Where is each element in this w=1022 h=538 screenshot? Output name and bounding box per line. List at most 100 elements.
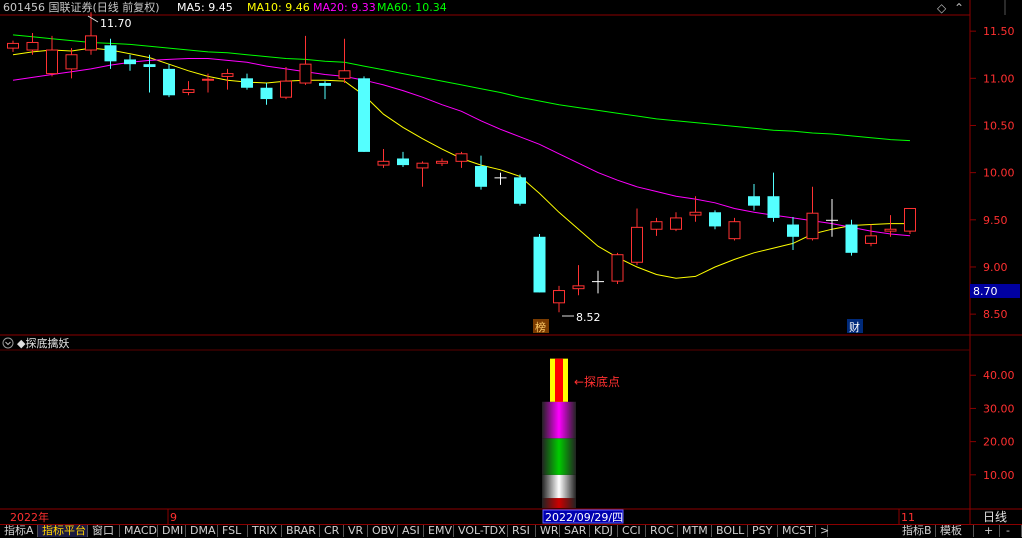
right-tab-2[interactable]: + (980, 525, 1000, 537)
indicator-tick-label: 10.00 (983, 469, 1015, 482)
badge-cai-text: 财 (849, 320, 860, 334)
candle-body-down (494, 177, 507, 179)
candle-body-down (104, 45, 117, 62)
candle-body-up (280, 80, 292, 98)
tab-roc[interactable]: ROC (646, 525, 678, 537)
candle-body-down (787, 224, 799, 237)
month-9-label: 9 (170, 511, 177, 524)
chart-background (0, 0, 1022, 537)
candle-body-up (46, 49, 58, 75)
period-label[interactable]: 日线 (983, 510, 1007, 524)
tab-vr[interactable]: VR (344, 525, 368, 537)
tab-obv[interactable]: OBV (368, 525, 398, 537)
indicator-segment (542, 401, 576, 439)
candle-body-up (572, 285, 585, 290)
month-11-label: 11 (901, 511, 915, 524)
tab-psy[interactable]: PSY (748, 525, 778, 537)
candle-body-up (611, 254, 624, 282)
tab-kdj[interactable]: KDJ (590, 525, 618, 537)
candle-body-down (143, 64, 156, 67)
ma60-label: MA60: 10.34 (377, 1, 447, 14)
right-tab-0[interactable]: 指标B (898, 525, 936, 537)
tab--[interactable]: 指标平台 (38, 525, 88, 537)
tab-fsl[interactable]: FSL (218, 525, 248, 537)
right-tab-1[interactable]: 模板 (936, 525, 974, 537)
indicator-tab-bar: 指标A 指标平台 窗口 MACD DMI DMA FSL TRIX BRAR CR VR OBV ASI… (0, 524, 1022, 538)
tab-wr[interactable]: WR (536, 525, 560, 537)
kline-chart[interactable]: 11.50 11.00 10.50 10.00 9.50 9.00 8.50 40.00 30… (0, 0, 1022, 537)
indicator-tick-label: 20.00 (983, 436, 1015, 449)
candle-body-up (455, 153, 468, 162)
tab-rsi[interactable]: RSI (508, 525, 536, 537)
candle-body-up (865, 235, 877, 244)
candle-body-up (221, 73, 234, 77)
candle-body-up (728, 221, 741, 240)
high-price-label: 11.70 (100, 17, 132, 30)
candle-body-up (377, 160, 390, 166)
tab-mcst[interactable]: MCST (778, 525, 816, 537)
candle-body-up (85, 35, 97, 51)
candle-body-up (338, 70, 351, 79)
candle-body-down (397, 158, 409, 166)
tab-trix[interactable]: TRIX (248, 525, 282, 537)
candle-body-up (689, 211, 702, 216)
tab-sar[interactable]: SAR (560, 525, 590, 537)
candle-body-up (553, 290, 565, 304)
candle[interactable] (163, 64, 175, 98)
tab-cci[interactable]: CCI (618, 525, 646, 537)
indicator-segment (542, 474, 576, 499)
candle-body-down (319, 83, 331, 86)
current-price-text: 8.70 (973, 285, 998, 298)
price-tick-label: 8.50 (983, 308, 1008, 321)
candle[interactable] (514, 174, 526, 206)
indicator-segment (542, 498, 576, 508)
candle-body-up (182, 89, 195, 93)
candle-body-down (124, 59, 136, 65)
indicator-tick-label: 40.00 (983, 369, 1015, 382)
date-cursor-label: 2022/09/29/四 (545, 511, 623, 524)
candle[interactable] (358, 76, 370, 152)
collapse-icon[interactable]: ⌃ (954, 1, 964, 15)
candle-body-up (436, 160, 448, 164)
badge-bang-text: 榜 (535, 320, 546, 334)
price-tick-label: 10.50 (983, 119, 1015, 132)
candle-body-down (592, 281, 604, 283)
price-tick-label: 11.50 (983, 25, 1015, 38)
tab--a[interactable]: 指标A (0, 525, 38, 537)
tab-dma[interactable]: DMA (186, 525, 218, 537)
candle[interactable] (728, 217, 741, 241)
tab-cr[interactable]: CR (320, 525, 344, 537)
candle[interactable] (845, 219, 858, 256)
indicator-segment-stripe (555, 358, 563, 402)
right-tab-3[interactable]: - (1002, 525, 1022, 537)
candle-body-up (65, 54, 78, 70)
tab-asi[interactable]: ASI (398, 525, 424, 537)
candle-body-up (806, 212, 819, 240)
price-tick-label: 9.50 (983, 214, 1008, 227)
tab-dmi[interactable]: DMI (158, 525, 186, 537)
candle-body-down (533, 236, 546, 293)
tab-boll[interactable]: BOLL (712, 525, 748, 537)
ma10-label: MA10: 9.46 (247, 1, 310, 14)
diamond-icon[interactable]: ◇ (937, 1, 947, 15)
tab-brar[interactable]: BRAR (282, 525, 320, 537)
candle[interactable] (533, 233, 546, 293)
candle-body-down (241, 78, 253, 88)
tab-vol-tdx[interactable]: VOL-TDX (454, 525, 508, 537)
ma5-label: MA5: 9.45 (177, 1, 233, 14)
candle[interactable] (611, 252, 624, 284)
tab--[interactable]: 窗口 (88, 525, 120, 537)
price-tick-label: 11.00 (983, 72, 1015, 85)
tab-macd[interactable]: MACD (120, 525, 158, 537)
candle-body-down (514, 177, 526, 204)
tab-emv[interactable]: EMV (424, 525, 454, 537)
candle[interactable] (709, 210, 721, 230)
tab--[interactable]: > (816, 525, 829, 537)
candle[interactable] (904, 207, 916, 234)
tab-mtm[interactable]: MTM (678, 525, 712, 537)
candle-body-down (260, 87, 273, 100)
indicator-title: ◆探底擒妖 (17, 336, 69, 350)
candle-body-up (670, 217, 682, 230)
candle-body-down (767, 196, 780, 218)
indicator-segment (542, 438, 576, 475)
